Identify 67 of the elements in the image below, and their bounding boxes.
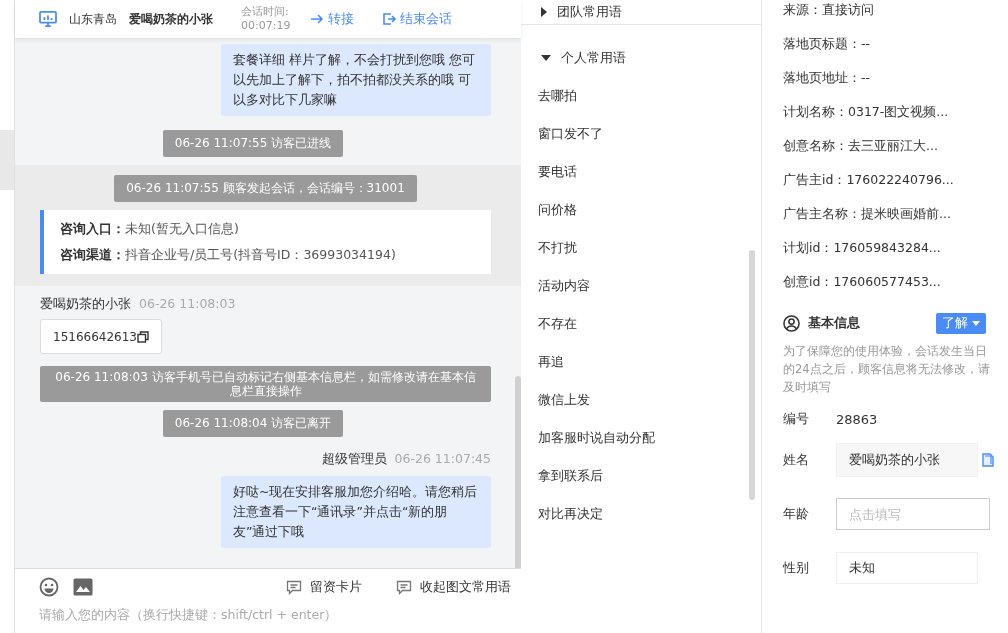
exit-icon xyxy=(382,13,397,25)
age-field[interactable]: 点击填写 xyxy=(836,498,990,530)
field-label: 姓名 xyxy=(783,451,810,469)
sender-name: 超级管理员 xyxy=(321,451,387,468)
session-time-label: 会话时间: xyxy=(241,5,290,19)
sender-name: 爱喝奶茶的小张 xyxy=(40,296,131,313)
source-info: 计划名称：0317-图文视频... xyxy=(783,103,950,121)
source-info: 创意id：176060577453... xyxy=(783,273,942,291)
visitor-location: 山东青岛 xyxy=(69,10,117,28)
field-value: 28863 xyxy=(836,411,878,427)
phrase-item[interactable]: 窗口发不了 xyxy=(521,115,761,153)
message-icon xyxy=(396,579,412,595)
message-bubble: 套餐详细 样片了解，不会打扰到您哦 您可以先加上了解下，拍不拍都没关系的哦 可以多对比下几家嘛 xyxy=(221,44,491,116)
visitor-name: 爱喝奶茶的小张 xyxy=(129,10,214,28)
phrase-item[interactable]: 微信上发 xyxy=(521,381,761,419)
phrase-item[interactable]: 不存在 xyxy=(521,305,761,343)
source-info: 计划id：176059843284... xyxy=(783,239,942,257)
phrase-item[interactable]: 不打扰 xyxy=(521,229,761,267)
source-info: 落地页标题：-- xyxy=(783,35,872,53)
info-label: 咨询渠道： xyxy=(60,247,125,262)
phrase-item[interactable]: 对比再决定 xyxy=(521,495,761,533)
info-value: 未知(暂无入口信息) xyxy=(125,221,239,236)
image-icon[interactable] xyxy=(73,577,93,597)
message-icon xyxy=(286,579,302,595)
lead-card-button[interactable]: 留资卡片 xyxy=(276,578,372,596)
phone-number: 15166642613 xyxy=(53,329,137,344)
source-info: 来源：直接访问 xyxy=(783,1,875,19)
transfer-button[interactable]: 转接 xyxy=(302,10,363,28)
notice-text: 为了保障您的使用体验，会话发生当日的24点之后，顾客信息将无法修改，请及时填写 xyxy=(783,343,991,396)
phrase-group-header[interactable]: 个人常用语 xyxy=(521,39,761,77)
phrase-item[interactable]: 问价格 xyxy=(521,191,761,229)
system-notice: 06-26 11:07:55 顾客发起会话，会话编号：31001 xyxy=(114,175,417,202)
session-time: 00:07:19 xyxy=(241,19,291,33)
phrase-item[interactable]: 拿到联系后 xyxy=(521,457,761,495)
phrase-group-header[interactable]: 团队常用语 xyxy=(521,0,761,25)
message-composer[interactable]: 留资卡片 收起图文常用语 请输入您的内容（换行快捷键：shift/ctrl + enter） xyxy=(15,568,521,633)
message-bubble: 好哒~现在安排客服加您介绍哈。请您稍后注意查看一下“通讯录”并点击“新的朋友”通过下哦 xyxy=(221,476,491,548)
gender-field[interactable]: 未知 xyxy=(836,552,978,584)
field-label: 年龄 xyxy=(783,505,810,523)
name-field: 爱喝奶茶的小张 xyxy=(836,443,978,477)
info-value: 抖音企业号/员工号(抖音号ID：36993034194) xyxy=(125,247,396,262)
phrase-item[interactable]: 要电话 xyxy=(521,153,761,191)
phrase-item[interactable]: 活动内容 xyxy=(521,267,761,305)
monitor-icon xyxy=(39,11,57,27)
field-label: 性别 xyxy=(783,559,810,577)
phrase-item[interactable]: 再追 xyxy=(521,343,761,381)
field-label: 编号 xyxy=(783,410,810,428)
source-info: 创意名称：去三亚丽江大... xyxy=(783,137,939,155)
collapse-phrases-button[interactable]: 收起图文常用语 xyxy=(386,578,521,596)
info-label: 咨询入口： xyxy=(60,221,125,236)
section-title: 基本信息 xyxy=(808,314,860,332)
scrollbar[interactable] xyxy=(515,376,521,568)
system-notice: 06-26 11:07:55 访客已进线 xyxy=(162,130,344,157)
source-info: 落地页地址：-- xyxy=(783,69,872,87)
phrase-item[interactable]: 去哪拍 xyxy=(521,77,761,115)
user-icon xyxy=(783,314,800,332)
emoji-icon[interactable] xyxy=(39,577,59,597)
system-notice: 06-26 11:08:04 访客已离开 xyxy=(162,410,344,437)
message-time: 06-26 11:07:45 xyxy=(394,451,491,468)
phrase-item[interactable]: 加客服时说自动分配 xyxy=(521,419,761,457)
copy-icon[interactable] xyxy=(137,330,149,343)
arrow-icon xyxy=(310,13,325,25)
message-time: 06-26 11:08:03 xyxy=(139,296,236,313)
system-notice: 06-26 11:08:03 访客手机号已自动标记右侧基本信息栏，如需修改请在基本信息栏直接操作 xyxy=(40,366,491,402)
source-info: 广告主id：176022240796... xyxy=(783,171,955,189)
scrollbar[interactable] xyxy=(749,250,755,500)
source-info: 广告主名称：提米映画婚前... xyxy=(783,205,952,223)
